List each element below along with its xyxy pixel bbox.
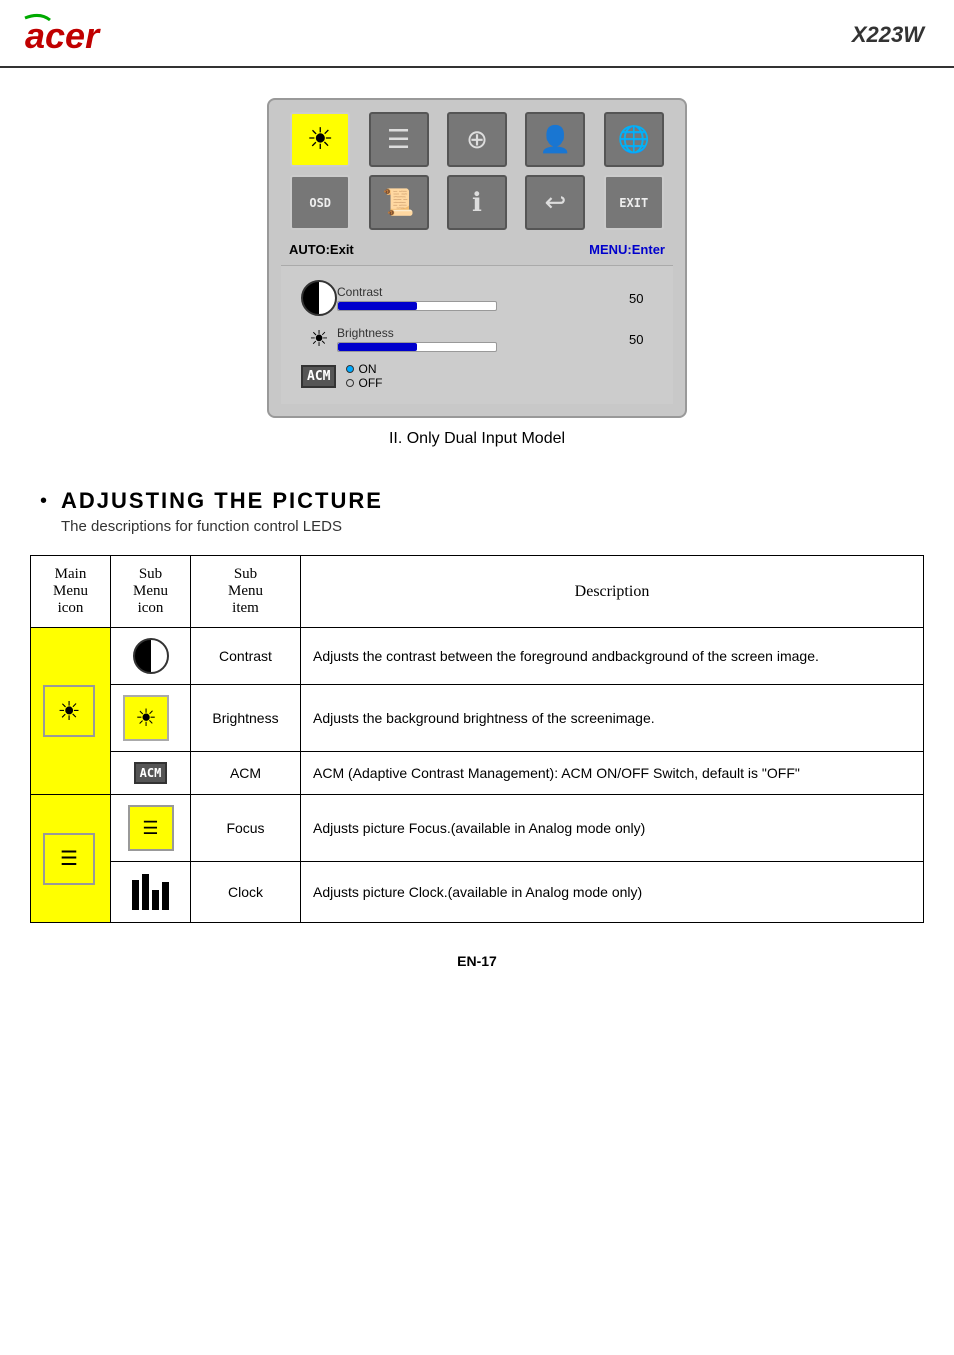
brightness-icon-table: ☀ xyxy=(123,695,169,741)
feature-table: MainMenuicon SubMenuicon SubMenuitem Des… xyxy=(30,555,924,923)
sub-item-focus: Focus xyxy=(191,795,301,862)
osd-auto-label: AUTO:Exit xyxy=(289,242,354,257)
osd-icon-menu: ☰ xyxy=(369,112,429,167)
brightness-fill xyxy=(338,343,417,351)
sub-item-contrast: Contrast xyxy=(191,628,301,685)
acm-badge-icon: ACM xyxy=(134,762,168,784)
osd-icon-color: 👤 xyxy=(525,112,585,167)
sub-item-acm: ACM xyxy=(191,752,301,795)
main-icon-menu: ☰ xyxy=(31,795,111,923)
desc-brightness: Adjusts the background brightness of the… xyxy=(301,685,924,752)
section-subtitle: The descriptions for function control LE… xyxy=(61,518,383,535)
osd-top-row: ☀ ☰ ⊕ 👤 🌐 xyxy=(281,112,673,167)
sub-item-clock: Clock xyxy=(191,862,301,923)
main-icon-sun: ☀ xyxy=(31,628,111,795)
osd-box: ☀ ☰ ⊕ 👤 🌐 OSD 📜 ℹ ↩ EXIT AUTO:Exit MENU:… xyxy=(267,98,687,418)
focus-icon-table: ☰ xyxy=(128,805,174,851)
sub-icon-contrast xyxy=(111,628,191,685)
contrast-label: Contrast xyxy=(337,285,621,299)
contrast-fill xyxy=(338,302,417,310)
desc-clock: Adjusts picture Clock.(available in Anal… xyxy=(301,862,924,923)
acm-off-label: OFF xyxy=(358,376,382,390)
page-header: acer X223W xyxy=(0,0,954,68)
contrast-slider-content: Contrast xyxy=(337,285,621,311)
acm-row: ACM ON OFF xyxy=(301,362,653,390)
contrast-track xyxy=(337,301,497,311)
bar-3 xyxy=(152,890,159,910)
model-name: X223W xyxy=(852,22,924,48)
osd-icon-position: ⊕ xyxy=(447,112,507,167)
contrast-circle-icon xyxy=(133,638,169,674)
bar-4 xyxy=(162,882,169,910)
osd-menu-label: MENU:Enter xyxy=(589,242,665,257)
clock-bars-icon xyxy=(123,872,178,912)
th-sub-menu-item: SubMenuitem xyxy=(191,556,301,628)
osd-icon-globe: 🌐 xyxy=(604,112,664,167)
osd-icon-osd: OSD xyxy=(290,175,350,230)
osd-icon-brightness-active: ☀ xyxy=(290,112,350,167)
bar-2 xyxy=(142,874,149,910)
contrast-icon xyxy=(301,280,337,316)
desc-focus: Adjusts picture Focus.(available in Anal… xyxy=(301,795,924,862)
osd-icon-info: ℹ xyxy=(447,175,507,230)
sub-icon-brightness: ☀ xyxy=(111,685,191,752)
th-sub-menu-icon: SubMenuicon xyxy=(111,556,191,628)
section-heading: • ADJUSTING THE PICTURE The descriptions… xyxy=(40,488,914,535)
sub-icon-clock xyxy=(111,862,191,923)
contrast-row: Contrast 50 xyxy=(301,280,653,316)
page-number: EN-17 xyxy=(457,953,497,969)
bar-1 xyxy=(132,880,139,910)
desc-contrast: Adjusts the contrast between the foregro… xyxy=(301,628,924,685)
sun-icon-table: ☀ xyxy=(43,685,95,737)
table-row: ☀ Brightness Adjusts the background brig… xyxy=(31,685,924,752)
brightness-icon-osd: ☀ xyxy=(301,326,337,352)
th-description: Description xyxy=(301,556,924,628)
brightness-row: ☀ Brightness 50 xyxy=(301,326,653,352)
sub-icon-acm: ACM xyxy=(111,752,191,795)
feature-table-container: MainMenuicon SubMenuicon SubMenuitem Des… xyxy=(30,555,924,923)
brightness-label: Brightness xyxy=(337,326,621,340)
table-row: ACM ACM ACM (Adaptive Contrast Managemen… xyxy=(31,752,924,795)
table-row: ☀ Contrast Adjusts the contrast between … xyxy=(31,628,924,685)
th-main-menu-icon: MainMenuicon xyxy=(31,556,111,628)
acm-icon-osd: ACM xyxy=(301,365,336,388)
acer-logo: acer xyxy=(20,10,110,60)
acm-off-option: OFF xyxy=(346,376,382,390)
osd-caption: II. Only Dual Input Model xyxy=(389,430,565,448)
osd-footer: AUTO:Exit MENU:Enter xyxy=(281,238,673,261)
desc-acm: ACM (Adaptive Contrast Management): ACM … xyxy=(301,752,924,795)
table-header-row: MainMenuicon SubMenuicon SubMenuitem Des… xyxy=(31,556,924,628)
brightness-track xyxy=(337,342,497,352)
acm-off-radio xyxy=(346,379,354,387)
brightness-slider-content: Brightness xyxy=(337,326,621,352)
osd-bottom-row: OSD 📜 ℹ ↩ EXIT xyxy=(281,175,673,230)
page-footer: EN-17 xyxy=(0,943,954,989)
section-content: ADJUSTING THE PICTURE The descriptions f… xyxy=(61,488,383,535)
osd-icon-scroll: 📜 xyxy=(369,175,429,230)
section-bullet: • xyxy=(40,490,47,513)
sub-icon-focus: ☰ xyxy=(111,795,191,862)
brightness-value: 50 xyxy=(629,332,653,347)
acm-on-label: ON xyxy=(358,362,376,376)
menu-icon-table: ☰ xyxy=(43,833,95,885)
section-title: ADJUSTING THE PICTURE xyxy=(61,488,383,514)
acm-options: ON OFF xyxy=(346,362,382,390)
table-row: Clock Adjusts picture Clock.(available i… xyxy=(31,862,924,923)
contrast-value: 50 xyxy=(629,291,653,306)
acm-on-radio xyxy=(346,365,354,373)
osd-icon-exit: EXIT xyxy=(604,175,664,230)
svg-text:acer: acer xyxy=(25,15,101,55)
osd-panel: Contrast 50 ☀ Brightness 50 xyxy=(281,265,673,404)
table-row: ☰ ☰ Focus Adjusts picture Focus.(availab… xyxy=(31,795,924,862)
osd-section: ☀ ☰ ⊕ 👤 🌐 OSD 📜 ℹ ↩ EXIT AUTO:Exit MENU:… xyxy=(0,98,954,448)
osd-icon-reset: ↩ xyxy=(525,175,585,230)
acm-on-option: ON xyxy=(346,362,382,376)
sub-item-brightness: Brightness xyxy=(191,685,301,752)
